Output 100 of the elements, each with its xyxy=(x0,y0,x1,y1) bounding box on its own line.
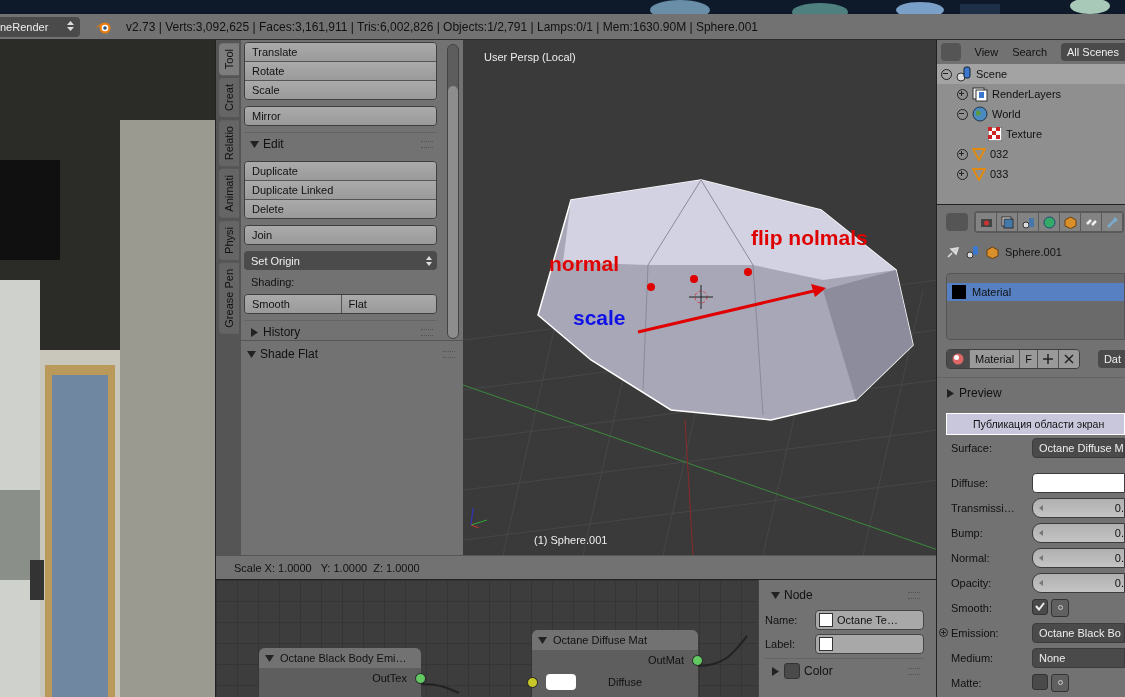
image-icon xyxy=(972,86,988,102)
wrench-icon xyxy=(1105,215,1119,229)
close-icon xyxy=(1063,354,1074,364)
number-field[interactable]: 0. xyxy=(1032,497,1125,518)
dropdown[interactable]: Set Origin xyxy=(244,251,437,270)
globe-icon xyxy=(1042,215,1056,229)
number-field[interactable]: 0. xyxy=(1032,547,1125,568)
panel-title[interactable]: History xyxy=(263,325,301,339)
checkbox[interactable] xyxy=(784,663,800,679)
outliner-row[interactable]: RenderLayers xyxy=(937,84,1125,104)
globe-icon xyxy=(972,106,988,122)
left-arrow-icon xyxy=(1039,579,1043,586)
panel-title[interactable]: Node xyxy=(784,588,813,602)
socket[interactable] xyxy=(527,676,538,688)
node-link-button[interactable] xyxy=(1051,598,1069,617)
fake-user-button[interactable]: F xyxy=(1019,350,1037,368)
dropdown[interactable]: Octane Black Bo xyxy=(1032,622,1125,643)
tool-button[interactable]: Duplicate Linked xyxy=(245,180,436,199)
scrollbar-thumb[interactable] xyxy=(448,86,458,338)
section-label: Shading: xyxy=(250,276,296,288)
add-button[interactable] xyxy=(1036,350,1058,368)
left-arrow-icon xyxy=(1039,554,1043,561)
checkbox[interactable] xyxy=(1032,598,1048,615)
field-label: Opacity: xyxy=(951,576,993,589)
tool-button[interactable]: Join xyxy=(245,226,436,244)
color-swatch[interactable] xyxy=(546,674,576,690)
text-field[interactable]: Octane Te… xyxy=(815,610,924,630)
grip-icon xyxy=(443,350,455,358)
outliner-row[interactable]: 033 xyxy=(937,164,1125,184)
scene-icon xyxy=(1021,215,1035,229)
number-field[interactable]: 0. xyxy=(1032,522,1125,543)
annotation-text: scale xyxy=(573,306,626,330)
field-label: Label: xyxy=(765,638,796,650)
collapsed-icon[interactable] xyxy=(771,666,780,676)
scene-icon xyxy=(966,245,980,259)
tool-button[interactable]: Smooth xyxy=(245,295,341,313)
collapsed-icon[interactable] xyxy=(250,327,259,337)
tool-button[interactable]: Flat xyxy=(340,295,436,313)
field-label: Emission: xyxy=(951,626,1000,639)
panel-title[interactable]: Edit xyxy=(263,137,284,151)
tool-button[interactable]: Scale xyxy=(245,80,436,99)
field-label: Diffuse: xyxy=(951,476,990,489)
outliner-row[interactable]: 032 xyxy=(937,144,1125,164)
material-browse-button[interactable] xyxy=(947,350,969,368)
outliner-row[interactable]: World xyxy=(937,104,1125,124)
outliner-row[interactable]: Scene xyxy=(937,64,1125,84)
tool-button[interactable]: Duplicate xyxy=(245,162,436,180)
node-icon xyxy=(819,637,833,651)
remove-button[interactable] xyxy=(1057,350,1079,368)
left-arrow-icon xyxy=(1039,504,1043,511)
text-field[interactable] xyxy=(815,634,924,654)
surface-dropdown[interactable]: Octane Diffuse M xyxy=(1032,437,1125,458)
tool-button[interactable]: Mirror xyxy=(245,107,436,125)
expand-icon[interactable] xyxy=(939,628,948,637)
image-icon xyxy=(1000,215,1014,229)
material-slot[interactable]: Material xyxy=(947,283,1124,301)
scene-icon xyxy=(956,66,972,82)
tool-button[interactable]: Translate xyxy=(245,43,436,61)
number-field[interactable]: 0. xyxy=(1032,572,1125,593)
tool-button[interactable]: Rotate xyxy=(245,61,436,80)
properties-tab[interactable] xyxy=(1018,213,1038,231)
checkbox[interactable] xyxy=(1032,673,1048,690)
node-link xyxy=(420,680,460,694)
collapsed-icon[interactable] xyxy=(946,388,955,398)
outliner-label: Texture xyxy=(1006,128,1043,140)
menu-item[interactable]: Search xyxy=(1012,46,1047,58)
data-button[interactable]: Dat xyxy=(1097,350,1125,368)
color-field[interactable] xyxy=(1032,472,1125,493)
socket-icon xyxy=(1057,605,1063,610)
panel-title[interactable]: Preview xyxy=(959,386,1002,400)
socket[interactable] xyxy=(692,654,703,666)
dropdown[interactable]: None xyxy=(1032,647,1125,668)
panel-title[interactable]: Shade Flat xyxy=(260,347,319,361)
socket[interactable] xyxy=(415,672,426,684)
socket-label: OutMat xyxy=(647,654,684,666)
menu-item[interactable]: View xyxy=(974,46,999,58)
material-name-field[interactable]: Material xyxy=(969,350,1020,368)
expanded-icon[interactable] xyxy=(250,139,259,149)
collapse-icon[interactable] xyxy=(265,653,274,663)
breadcrumb-item: Sphere.001 xyxy=(1005,246,1062,258)
node-link-button[interactable] xyxy=(1051,673,1069,692)
panel-title[interactable]: Color xyxy=(804,664,833,678)
3d-cursor-icon xyxy=(688,284,714,310)
node-title: Octane Black Body Emi… xyxy=(280,652,407,664)
socket-icon xyxy=(1057,680,1063,685)
node-title: Octane Diffuse Mat xyxy=(553,634,647,646)
updown-icon xyxy=(67,20,74,31)
properties-tab[interactable] xyxy=(1081,213,1101,231)
render-engine-dropdown[interactable]: neRender xyxy=(0,16,80,37)
outliner-label: 032 xyxy=(990,148,1009,160)
outliner-row[interactable]: Texture xyxy=(937,124,1125,144)
scene-filter-dropdown[interactable]: All Scenes xyxy=(1061,43,1125,61)
expanded-icon[interactable] xyxy=(247,349,256,359)
updown-icon xyxy=(426,255,432,266)
socket-label: Diffuse xyxy=(608,676,643,688)
tool-button[interactable]: Delete xyxy=(245,199,436,218)
field-label: Matte: xyxy=(951,676,983,689)
expanded-icon[interactable] xyxy=(771,590,780,600)
collapse-icon[interactable] xyxy=(538,635,547,645)
toolshelf-tab[interactable]: Tool xyxy=(219,43,239,76)
